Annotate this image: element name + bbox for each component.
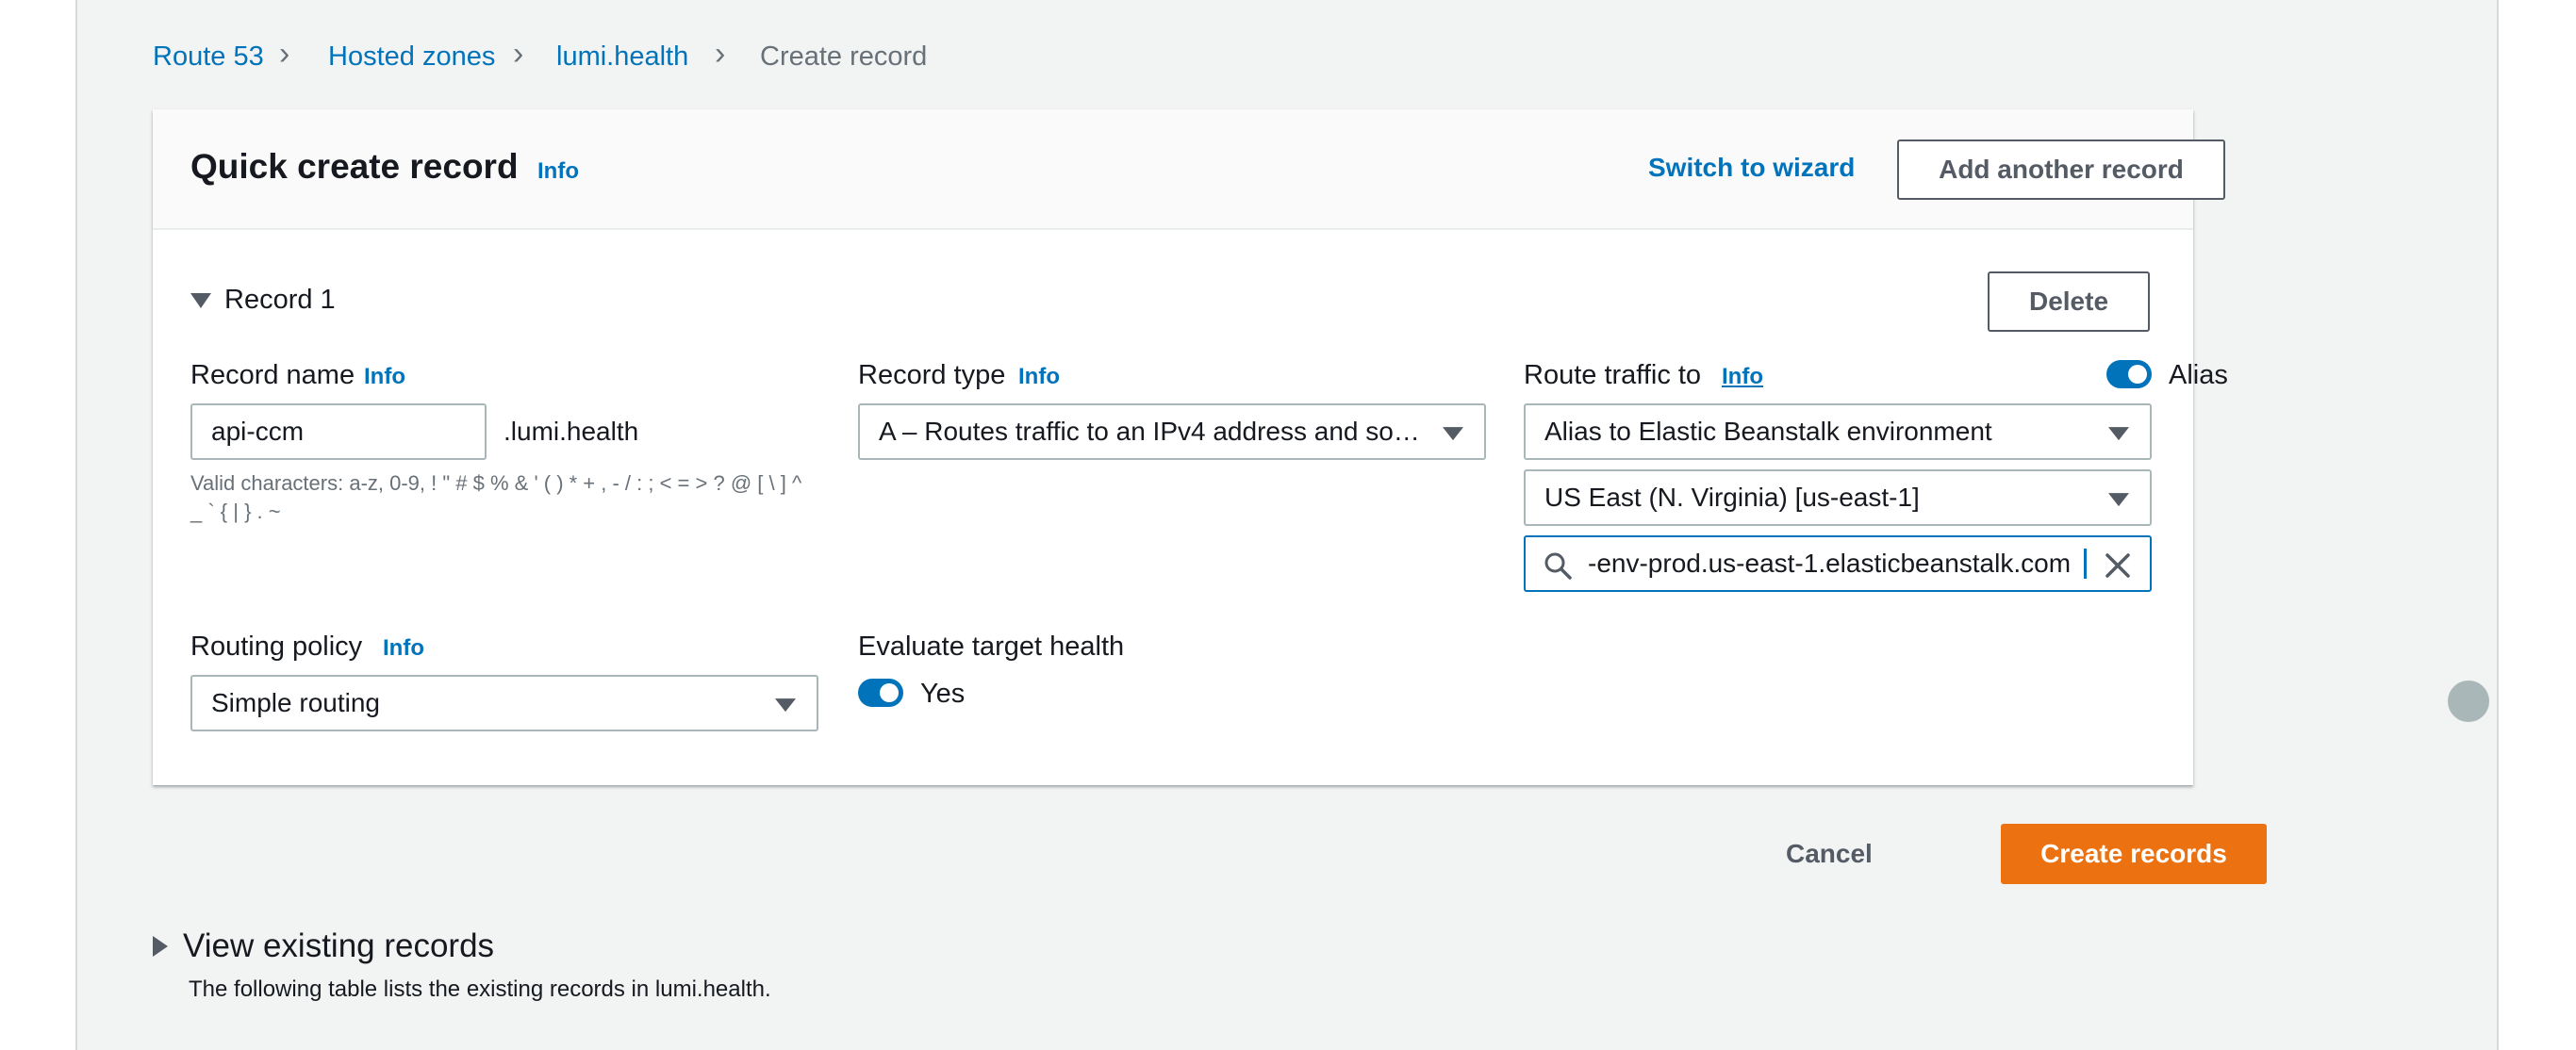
routing-policy-select[interactable]: Simple routing — [190, 675, 818, 731]
switch-to-wizard-link[interactable]: Switch to wizard — [1648, 153, 1855, 183]
caret-down-icon — [775, 698, 796, 713]
record-name-hint: Valid characters: a-z, 0-9, ! " # $ % & … — [190, 471, 802, 523]
alias-label: Alias — [2169, 360, 2228, 390]
record-type-label: Record type — [858, 360, 1006, 390]
endpoint-select[interactable]: Alias to Elastic Beanstalk environment — [1524, 403, 2152, 460]
view-existing-title: View existing records — [183, 927, 495, 964]
quick-create-panel: Quick create record Info Switch to wizar… — [153, 109, 2228, 785]
record-1-expander[interactable]: Record 1 — [190, 285, 336, 316]
page-title: Quick create record — [190, 147, 519, 186]
record-title: Record 1 — [224, 285, 336, 315]
add-another-record-button[interactable]: Add another record — [1897, 139, 2225, 200]
chevron-right-icon: › — [279, 36, 290, 72]
scroll-indicator[interactable] — [2448, 681, 2489, 722]
delete-record-button[interactable]: Delete — [1988, 271, 2150, 332]
caret-down-icon — [190, 292, 211, 308]
search-icon — [1544, 552, 1572, 580]
cancel-button[interactable]: Cancel — [1786, 839, 1873, 869]
caret-down-icon — [2108, 427, 2129, 441]
panel-header: Quick create record Info Switch to wizar… — [153, 109, 2225, 230]
record-type-info-link[interactable]: Info — [1018, 364, 1060, 390]
breadcrumb-zone[interactable]: lumi.health — [556, 41, 688, 73]
breadcrumb-hosted-zones[interactable]: Hosted zones — [328, 41, 495, 73]
title-info-link[interactable]: Info — [537, 158, 579, 185]
evaluate-health-toggle[interactable] — [858, 679, 903, 707]
evaluate-health-label: Evaluate target health — [858, 632, 1125, 662]
endpoint-search-input[interactable]: -env-prod.us-east-1.elasticbeanstalk.com — [1524, 535, 2152, 592]
breadcrumb-current: Create record — [760, 41, 928, 72]
chevron-right-icon: › — [715, 36, 726, 72]
view-existing-description: The following table lists the existing r… — [189, 976, 771, 1002]
record-name-suffix: .lumi.health — [504, 417, 639, 446]
caret-down-icon — [1443, 427, 1463, 441]
evaluate-health-value: Yes — [920, 679, 966, 709]
chevron-right-icon: › — [513, 36, 524, 72]
record-name-label: Record name — [190, 360, 355, 390]
caret-down-icon — [2108, 493, 2129, 507]
region-select[interactable]: US East (N. Virginia) [us-east-1] — [1524, 469, 2152, 526]
route-traffic-info-link[interactable]: Info — [1722, 364, 1763, 390]
clear-icon[interactable] — [2103, 550, 2133, 581]
create-records-button[interactable]: Create records — [2001, 824, 2267, 884]
page-container: Route 53 › Hosted zones › lumi.health › … — [75, 0, 2499, 1050]
breadcrumb-route53[interactable]: Route 53 — [153, 41, 264, 73]
routing-policy-label: Routing policy — [190, 632, 363, 662]
record-name-info-link[interactable]: Info — [364, 364, 405, 390]
caret-right-icon — [153, 936, 168, 957]
view-existing-expander[interactable]: View existing records — [153, 927, 494, 965]
record-name-input[interactable]: api-ccm — [190, 403, 487, 460]
alias-toggle[interactable] — [2106, 360, 2152, 388]
routing-policy-info-link[interactable]: Info — [383, 635, 424, 662]
route-traffic-label: Route traffic to — [1524, 360, 1702, 390]
record-type-select[interactable]: A – Routes traffic to an IPv4 address an… — [858, 403, 1486, 460]
